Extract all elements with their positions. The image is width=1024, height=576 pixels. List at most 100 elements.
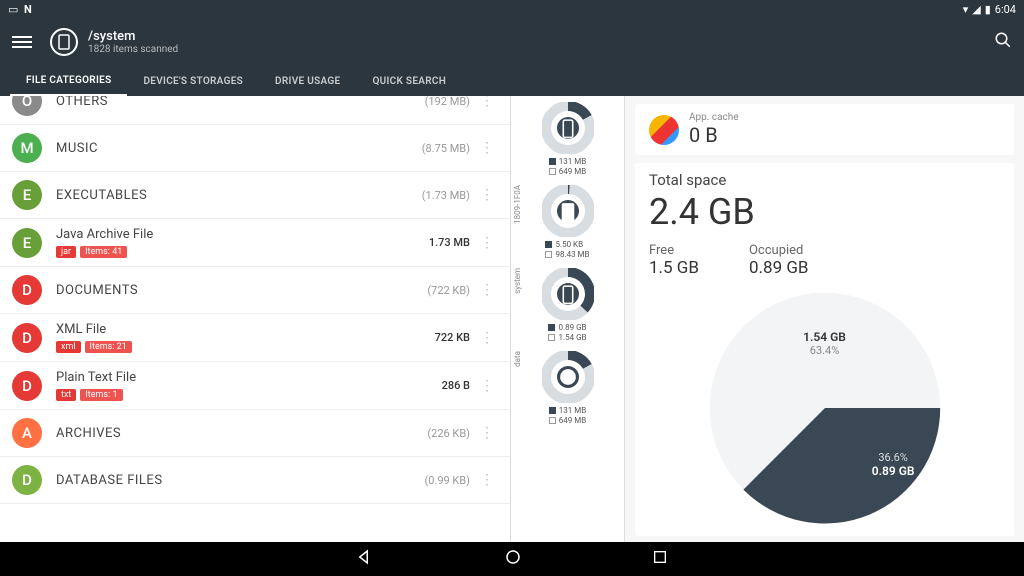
donut-item[interactable]: 131 MB 649 MB xyxy=(511,102,624,177)
row-size: 1.73 MB xyxy=(429,236,470,249)
category-avatar: M xyxy=(12,133,42,163)
row-title: EXECUTABLES xyxy=(56,188,422,203)
clock: 6:04 xyxy=(995,3,1016,16)
list-item[interactable]: M MUSIC (8.75 MB) ⋮ xyxy=(0,125,510,172)
items-badge: Items: 41 xyxy=(80,246,127,258)
battery-icon: ▮ xyxy=(985,3,991,16)
notification-icon: ▭ xyxy=(8,3,20,15)
list-item[interactable]: A ARCHIVES (226 KB) ⋮ xyxy=(0,410,510,457)
cache-value: 0 B xyxy=(689,123,739,147)
list-item[interactable]: D DOCUMENTS (722 KB) ⋮ xyxy=(0,267,510,314)
list-item[interactable]: O OTHERS (192 MB) ⋮ xyxy=(0,96,510,125)
row-title: OTHERS xyxy=(56,96,425,109)
space-pie-chart: 1.54 GB 63.4% 36.6% 0.89 GB xyxy=(705,288,945,528)
ext-badge: xml xyxy=(56,341,81,353)
pie-occ-pct: 36.6% xyxy=(872,451,915,464)
sd-icon xyxy=(557,200,579,222)
donut-label: data xyxy=(513,351,522,367)
items-badge: Items: 1 xyxy=(80,389,122,401)
signal-icon: ◢ xyxy=(972,3,980,16)
total-space-card: Total space 2.4 GB Free 1.5 GB Occupied … xyxy=(635,163,1014,536)
list-item[interactable]: D Plain Text File txt Items: 1 286 B ⋮ xyxy=(0,362,510,410)
tabs: FILE CATEGORIES DEVICE'S STORAGES DRIVE … xyxy=(0,66,1024,96)
list-item[interactable]: D DATABASE FILES (0.99 KB) ⋮ xyxy=(0,457,510,504)
donut-item[interactable]: 1809-1F0A 5.50 KB 98.43 MB xyxy=(511,185,624,260)
used-value: 0.89 GB xyxy=(558,323,586,332)
tab-quick-search[interactable]: QUICK SEARCH xyxy=(356,66,462,96)
back-button[interactable] xyxy=(356,548,374,570)
cache-icon xyxy=(649,115,679,145)
occupied-label: Occupied xyxy=(749,243,809,258)
row-size: (722 KB) xyxy=(427,284,470,297)
more-icon[interactable]: ⋮ xyxy=(476,98,498,104)
more-icon[interactable]: ⋮ xyxy=(476,287,498,293)
category-avatar: D xyxy=(12,275,42,305)
row-size: 286 B xyxy=(442,379,470,392)
pie-free-value: 1.54 GB xyxy=(803,330,846,344)
free-value: 1.54 GB xyxy=(558,333,586,342)
free-value: 98.43 MB xyxy=(555,250,589,259)
category-avatar: O xyxy=(12,96,42,116)
phone-icon xyxy=(557,117,579,139)
phone-icon xyxy=(50,28,78,56)
space-total: 2.4 GB xyxy=(649,191,1000,233)
row-title: DATABASE FILES xyxy=(56,473,424,488)
row-size: (1.73 MB) xyxy=(422,189,470,202)
app-cache-card[interactable]: App. cache 0 B xyxy=(635,104,1014,155)
menu-button[interactable] xyxy=(12,33,32,51)
donut-item[interactable]: data 131 MB 649 MB xyxy=(511,351,624,426)
free-value: 1.5 GB xyxy=(649,258,699,278)
more-icon[interactable]: ⋮ xyxy=(476,335,498,341)
n-icon: N xyxy=(24,3,36,15)
pie-free-pct: 63.4% xyxy=(803,344,846,357)
storage-donuts: 131 MB 649 MB 1809-1F0A 5.50 KB 98.43 MB… xyxy=(510,96,625,542)
nav-bar xyxy=(0,542,1024,576)
recent-button[interactable] xyxy=(652,549,668,569)
more-icon[interactable]: ⋮ xyxy=(476,192,498,198)
space-title: Total space xyxy=(649,171,1000,189)
row-title: DOCUMENTS xyxy=(56,283,427,298)
page-title: /system xyxy=(88,29,178,44)
list-item[interactable]: E EXECUTABLES (1.73 MB) ⋮ xyxy=(0,172,510,219)
row-title: Plain Text File xyxy=(56,370,442,385)
page-subtitle: 1828 items scanned xyxy=(88,44,178,55)
category-avatar: D xyxy=(12,371,42,401)
cache-label: App. cache xyxy=(689,112,739,123)
used-value: 131 MB xyxy=(559,406,586,415)
search-button[interactable] xyxy=(994,31,1012,53)
phone-icon xyxy=(557,283,579,305)
donut-item[interactable]: system 0.89 GB 1.54 GB xyxy=(511,268,624,343)
category-avatar: D xyxy=(12,465,42,495)
row-size: (8.75 MB) xyxy=(422,142,470,155)
row-title: XML File xyxy=(56,322,435,337)
home-button[interactable] xyxy=(504,548,522,570)
row-size: (192 MB) xyxy=(425,96,470,108)
list-item[interactable]: E Java Archive File jarItems: 41 1.73 MB… xyxy=(0,219,510,267)
row-title: MUSIC xyxy=(56,141,422,156)
category-avatar: E xyxy=(12,228,42,258)
items-badge: Items: 21 xyxy=(85,341,132,353)
status-bar: ▭ N ▾ ◢ ▮ 6:04 xyxy=(0,0,1024,18)
more-icon[interactable]: ⋮ xyxy=(476,430,498,436)
row-size: (226 KB) xyxy=(427,427,470,440)
used-value: 131 MB xyxy=(559,157,586,166)
category-list: O OTHERS (192 MB) ⋮ M MUSIC (8.75 MB) ⋮ … xyxy=(0,96,510,542)
donut-label: 1809-1F0A xyxy=(513,185,522,224)
row-size: 722 KB xyxy=(435,331,470,344)
category-avatar: A xyxy=(12,418,42,448)
tab-file-categories[interactable]: FILE CATEGORIES xyxy=(10,66,127,96)
more-icon[interactable]: ⋮ xyxy=(476,383,498,389)
free-label: Free xyxy=(649,243,699,258)
list-item[interactable]: D XML File xml Items: 21 722 KB ⋮ xyxy=(0,314,510,362)
category-avatar: D xyxy=(12,323,42,353)
app-bar: /system 1828 items scanned xyxy=(0,18,1024,66)
more-icon[interactable]: ⋮ xyxy=(476,477,498,483)
used-value: 5.50 KB xyxy=(555,240,583,249)
ext-badge: txt xyxy=(56,389,76,401)
tab-device-storages[interactable]: DEVICE'S STORAGES xyxy=(127,66,259,96)
more-icon[interactable]: ⋮ xyxy=(476,145,498,151)
row-title: Java Archive File xyxy=(56,227,429,242)
free-value: 649 MB xyxy=(559,167,586,176)
more-icon[interactable]: ⋮ xyxy=(476,240,498,246)
tab-drive-usage[interactable]: DRIVE USAGE xyxy=(259,66,356,96)
